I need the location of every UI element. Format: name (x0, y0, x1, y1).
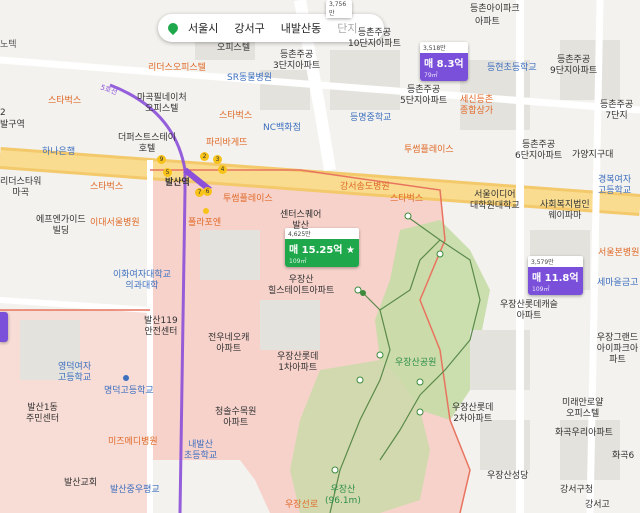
location-pin-icon (165, 20, 181, 36)
map-label: 발구역 (0, 120, 25, 130)
marker-area: 109㎡ (532, 286, 550, 293)
map-label: 투썸플레이스 (223, 194, 273, 204)
marker-price: 매 11.8억 (532, 273, 579, 284)
station-exit-7: 7 (195, 188, 204, 197)
map-label: 이대서울병원 (90, 218, 140, 228)
map-label: 더퍼스트스테이 호텔 (118, 133, 176, 154)
map-label: 등촌주공 10단지아파트 (348, 28, 401, 49)
map-label: 내발산 초등학교 (184, 440, 218, 461)
map-label: 세신등촌 종합상가 (460, 95, 494, 116)
station-label: 발산역 (165, 178, 190, 188)
map-label: 등촌주공 7단지 (600, 100, 634, 121)
map-label: 투썸플레이스 (404, 145, 454, 155)
map-label: 파리바게뜨 (206, 138, 248, 148)
station-exit-5: 5 (163, 168, 172, 177)
marker-price-per: 3,518만 (420, 42, 468, 53)
map-label: 영덕여자 고등학교 (58, 362, 92, 383)
map-label: 명덕고등학교 (104, 386, 154, 396)
map-label: 등촌주공 6단지아파트 (515, 140, 563, 161)
marker-area: 79㎡ (424, 72, 438, 79)
map-label: 발산중우평교 (110, 485, 160, 495)
map-label: 우장산공원 (395, 358, 437, 368)
map-label: 강서송도병원 (340, 182, 390, 192)
price-marker-left-edge[interactable] (0, 312, 8, 342)
map-label: 사회복지법인 웨이파마 (540, 200, 590, 221)
map-label: 에프엔가이드 빌딩 (36, 215, 86, 236)
map-label: 우장산롯데 1차아파트 (277, 352, 319, 373)
map-label: 우장산롯데 2차아파트 (452, 403, 494, 424)
marker-price: 매 8.3억 (424, 59, 464, 70)
station-exit-2: 2 (200, 152, 209, 161)
map-label: 강서구청 (560, 485, 594, 495)
map-label: 우장그랜드 아이파크아파트 (596, 333, 639, 365)
price-marker-3[interactable]: 3,579만 매 11.8억 109㎡ (528, 256, 583, 295)
map-label: 등촌아이파크 (470, 4, 520, 14)
price-marker-top[interactable]: 3,756만 (326, 0, 352, 18)
map-label: 미즈메디병원 (108, 437, 158, 447)
map-label: 등현초등학교 (487, 63, 537, 73)
map-label: 스타벅스 (48, 96, 82, 106)
map-label: 우장산성당 (487, 471, 529, 481)
station-exit-9: 9 (157, 155, 166, 164)
map-label: 우장산 힐스테이트아파트 (268, 275, 335, 296)
map-label: 오피스텔 (217, 43, 251, 53)
breadcrumb-region1[interactable]: 서울시 (188, 20, 218, 36)
map-label: 등촌주공 9단지아파트 (550, 55, 598, 76)
map-label: NC백화점 (263, 123, 301, 133)
map-label: 노텍 (0, 40, 17, 50)
map-label: 전우네오캐 아파트 (208, 333, 250, 354)
map-label: 경복여자 고등학교 (598, 175, 632, 196)
map-label: SR동물병원 (227, 73, 273, 83)
map-label: 서울이디어 대학원대학교 (470, 190, 520, 211)
marker-price-per: 3,579만 (528, 256, 583, 267)
map-label: 우장산롯데캐슬 아파트 (500, 300, 558, 321)
map-label: 아파트 (475, 17, 500, 27)
price-marker-1[interactable]: 3,518만 매 8.3억 79㎡ (420, 42, 468, 81)
map-label: 미래안로얄 오피스텔 (562, 398, 604, 419)
map-label: 등촌주공 3단지아파트 (273, 50, 321, 71)
map-label: 발산교회 (64, 478, 98, 488)
map-label: 마곡필네이처 오피스텔 (137, 93, 187, 114)
station-exit-6: 6 (203, 187, 212, 196)
map-label: 화곡우리아파트 (555, 428, 613, 438)
map-label: 강서고 (585, 500, 610, 510)
map-label: 센터스퀘어 발산 (280, 210, 322, 231)
map-label: 발산119 안전센터 (144, 316, 178, 337)
map-label: 등명중학교 (350, 113, 392, 123)
map-label: 청솔수목원 아파트 (215, 407, 257, 428)
poi-dot (203, 208, 209, 214)
map-label: 이화여자대학교 의과대학 (113, 270, 171, 291)
breadcrumb-region2[interactable]: 강서구 (234, 20, 264, 36)
map-canvas[interactable]: 9 2 3 4 6 7 5 서울시 강서구 내발산동 단지 ⌄ 3,756만 3… (0, 0, 640, 513)
poi-dot (360, 290, 366, 296)
map-label: 서울본병원 (598, 248, 640, 258)
map-label: 리더스오피스텔 (148, 63, 206, 73)
map-label: 화곡6 (612, 451, 635, 461)
map-label: 우장산 (96.1m) (325, 485, 361, 506)
map-label: 발산1동 주민센터 (26, 403, 60, 424)
marker-area: 109㎡ (289, 258, 307, 265)
map-label: 등촌주공 5단지아파트 (400, 85, 448, 106)
map-label: 세마을금고 (597, 278, 639, 288)
price-marker-2[interactable]: 4,625만 매 15.25억 ★ 109㎡ (285, 228, 359, 267)
breadcrumb-region3[interactable]: 내발산동 (281, 20, 321, 36)
marker-top-price-per: 3,756만 (326, 0, 352, 18)
map-label: 스타벅스 (219, 111, 253, 121)
map-label: 리더스타워 마곡 (0, 177, 42, 198)
map-label: 폴라포엔 (188, 218, 222, 228)
map-label: 가양지구대 (572, 150, 614, 160)
map-label: 스타벅스 (90, 182, 124, 192)
map-label: 2 (0, 108, 6, 118)
map-label: 스타벅스 (390, 194, 424, 204)
marker-price: 매 15.25억 ★ (289, 245, 355, 256)
station-exit-4: 4 (218, 165, 227, 174)
station-exit-3: 3 (213, 155, 222, 164)
map-label: 하나은행 (42, 147, 76, 157)
poi-dot (123, 375, 129, 381)
map-label: 우장선로 (285, 500, 319, 510)
